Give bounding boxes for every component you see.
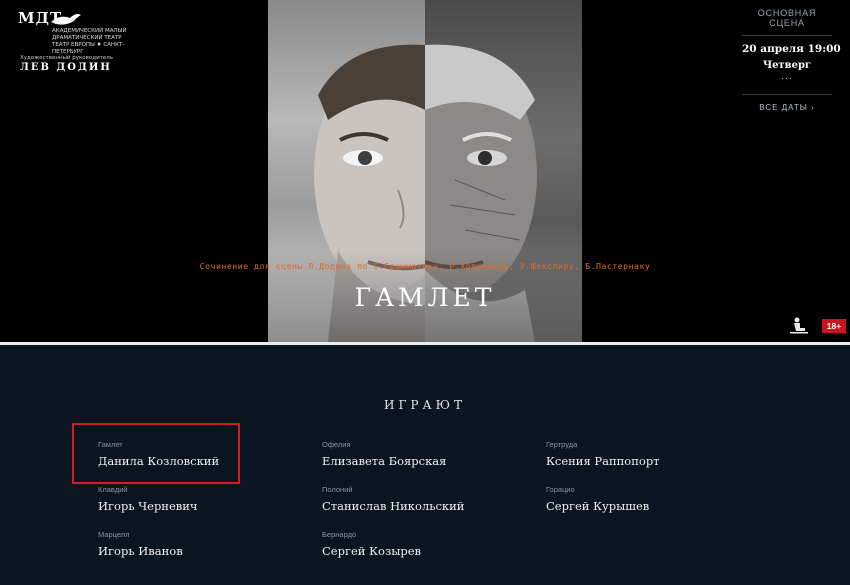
schedule-panel: ОСНОВНАЯ СЦЕНА 20 апреля 19:00 Четверг .… [742, 8, 841, 112]
performance-date[interactable]: 20 апреля 19:00 [742, 43, 841, 55]
actor-name[interactable]: Сергей Курышев [546, 499, 649, 513]
cast-role[interactable]: Бернардо Сергей Козырев [322, 530, 421, 558]
cast-role[interactable]: Гертруда Ксения Раппопорт [546, 440, 660, 468]
cast-role[interactable]: Клавдий Игорь Черневич [98, 485, 198, 513]
actor-name[interactable]: Станислав Никольский [322, 499, 464, 513]
cast-role[interactable]: Офелия Елизавета Боярская [322, 440, 446, 468]
cast-heading: ИГРАЮТ [384, 398, 466, 412]
actor-name[interactable]: Елизавета Боярская [322, 454, 446, 468]
character-name: Бернардо [322, 530, 357, 539]
show-subtitle: Сочинение для сцены Л.Додина по С.Грамма… [199, 261, 651, 271]
actor-name[interactable]: Игорь Иванов [98, 544, 183, 558]
character-name: Марцелл [98, 530, 130, 539]
character-name: Офелия [322, 440, 351, 449]
age-rating-badge: 18+ [822, 319, 846, 333]
logo-subtitle: АКАДЕМИЧЕСКИЙ МАЛЫЙ ДРАМАТИЧЕСКИЙ ТЕАТР … [52, 28, 127, 55]
character-name: Полоний [322, 485, 353, 494]
cast-section: ИГРАЮТ Гамлет Данила Козловский Офелия Е… [0, 345, 850, 585]
show-title: ГАМЛЕТ [354, 283, 496, 312]
theatre-logo[interactable]: МДТ АКАДЕМИЧЕСКИЙ МАЛЫЙ ДРАМАТИЧЕСКИЙ ТЕ… [18, 8, 128, 73]
character-name: Гертруда [546, 440, 578, 449]
actor-name[interactable]: Игорь Черневич [98, 499, 198, 513]
hero-banner: МДТ АКАДЕМИЧЕСКИЙ МАЛЫЙ ДРАМАТИЧЕСКИЙ ТЕ… [0, 0, 850, 342]
all-dates-link[interactable]: ВСЕ ДАТЫ › [742, 94, 832, 112]
accessibility-icon[interactable] [789, 317, 809, 334]
performance-weekday: Четверг [762, 60, 812, 71]
highlight-frame [72, 423, 240, 484]
director-title: Художественный руководитель [20, 55, 114, 61]
actor-name[interactable]: Ксения Раппопорт [546, 454, 660, 468]
bird-icon [51, 14, 81, 25]
character-name: Клавдий [98, 485, 128, 494]
stage-name: ОСНОВНАЯ СЦЕНА [742, 8, 832, 36]
cast-role[interactable]: Марцелл Игорь Иванов [98, 530, 183, 558]
actor-name[interactable]: Сергей Козырев [322, 544, 421, 558]
director-name: ЛЕВ ДОДИН [20, 62, 112, 73]
character-name: Горацио [546, 485, 575, 494]
cast-role[interactable]: Полоний Станислав Никольский [322, 485, 464, 513]
cast-role[interactable]: Горацио Сергей Курышев [546, 485, 649, 513]
more-dates-dots: ... [781, 72, 793, 82]
